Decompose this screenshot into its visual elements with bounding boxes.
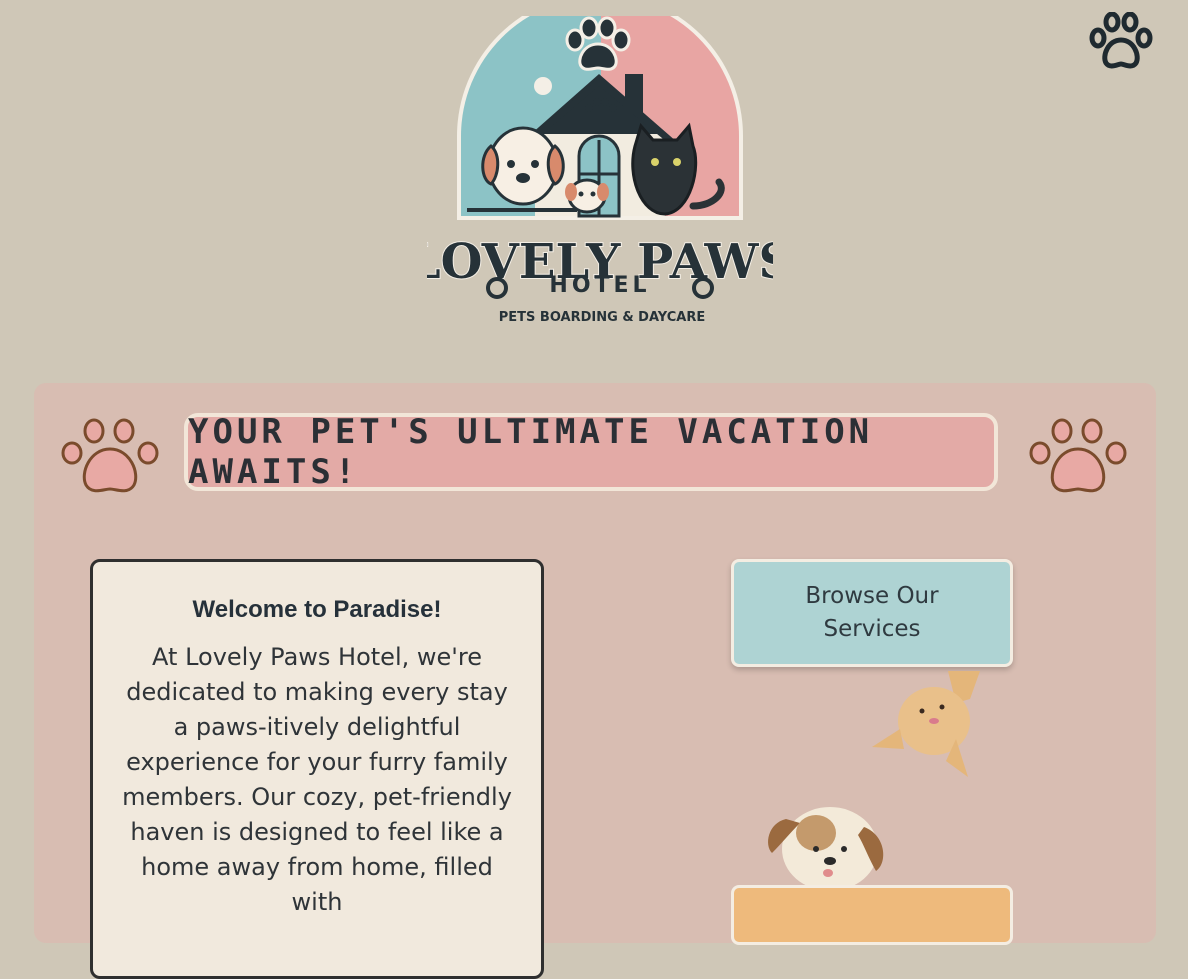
secondary-action-button[interactable] — [731, 885, 1013, 945]
welcome-title: Welcome to Paradise! — [192, 596, 442, 623]
tagline-banner: Your Pet's Ultimate Vacation Awaits! — [184, 412, 998, 492]
content-panel: Your Pet's Ultimate Vacation Awaits! Wel… — [34, 383, 1156, 979]
cat-illustration — [870, 669, 982, 779]
logo-tagline: PETS BOARDING & DAYCARE — [499, 310, 705, 325]
welcome-body: At Lovely Paws Hotel, we're dedicated to… — [122, 643, 512, 916]
browse-services-label: Browse Our Services — [805, 583, 939, 642]
welcome-card: Welcome to Paradise! At Lovely Paws Hote… — [90, 559, 544, 979]
paw-icon — [1028, 411, 1128, 497]
browse-services-button[interactable]: Browse Our Services — [731, 559, 1013, 667]
banner-text: Your Pet's Ultimate Vacation Awaits! — [188, 412, 874, 492]
dog-illustration — [764, 793, 892, 893]
menu-paw-icon[interactable] — [1088, 11, 1154, 70]
paw-icon — [60, 411, 160, 497]
hotel-logo[interactable]: LOVELY PAWS HOTEL PETS BOARDING & DAYCAR… — [406, 0, 794, 328]
logo-subtitle: HOTEL — [549, 273, 650, 298]
